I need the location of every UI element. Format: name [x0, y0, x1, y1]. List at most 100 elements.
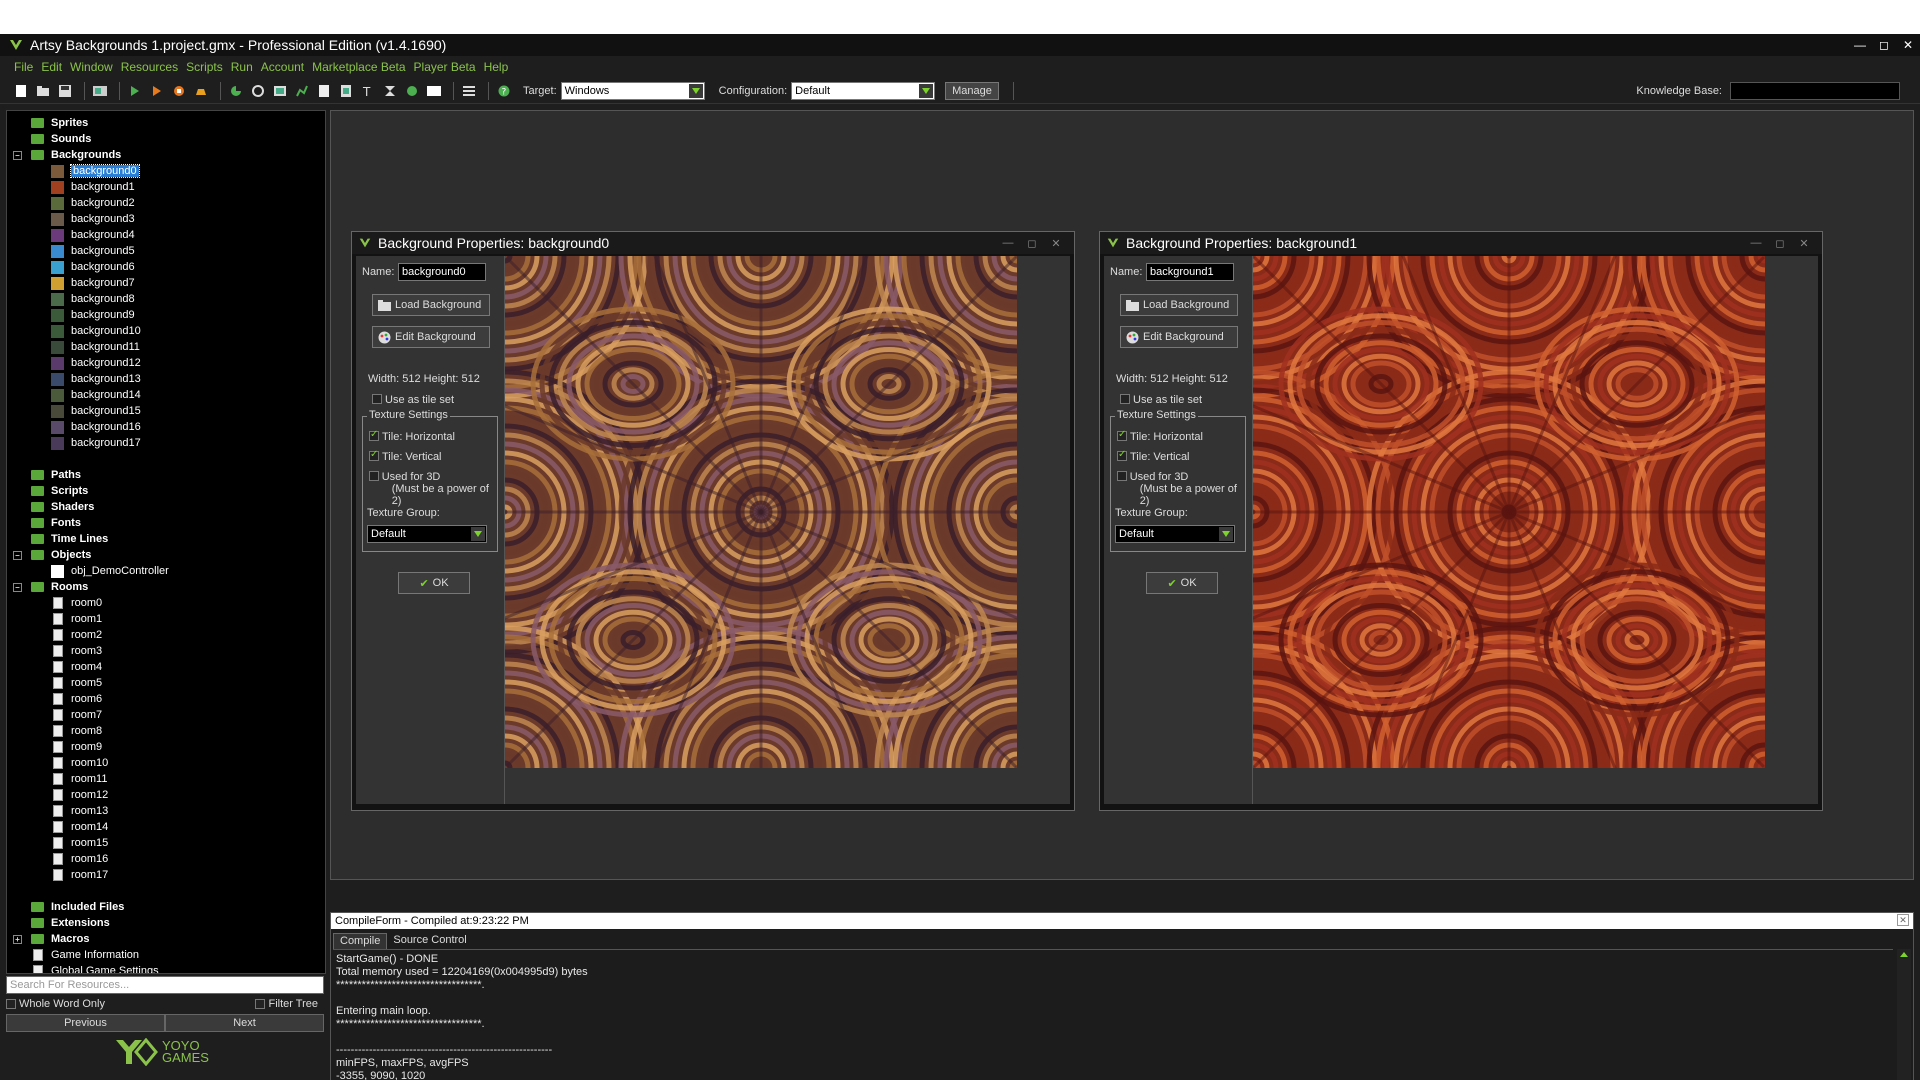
ok-button[interactable]: ✔ OK: [1146, 572, 1218, 594]
tree-folder-timelines[interactable]: Time Lines: [7, 531, 108, 547]
tree-item-background[interactable]: background4: [7, 227, 135, 243]
collapse-icon[interactable]: –: [13, 550, 22, 560]
add-shader-icon[interactable]: [337, 82, 355, 100]
tree-item-background[interactable]: background8: [7, 291, 135, 307]
tree-folder-rooms[interactable]: – Rooms: [7, 579, 88, 595]
tree-item-game-information[interactable]: Game Information: [7, 947, 139, 963]
background-properties-window-1[interactable]: Background Properties: background1 — ◻ ✕…: [1099, 231, 1823, 811]
manage-configurations-button[interactable]: Manage: [945, 81, 999, 100]
help-icon[interactable]: ?: [495, 82, 513, 100]
close-icon[interactable]: ✕: [1896, 38, 1920, 52]
tree-item-room[interactable]: room0: [7, 595, 102, 611]
tree-item-room[interactable]: room17: [7, 867, 108, 883]
used-for-3d-checkbox[interactable]: Used for 3D (Must be a power of 2): [1117, 471, 1245, 507]
tile-horizontal-checkbox[interactable]: Tile: Horizontal: [369, 429, 455, 443]
tree-folder-fonts[interactable]: Fonts: [7, 515, 81, 531]
log-scrollbar[interactable]: [1897, 949, 1911, 1080]
save-project-icon[interactable]: [56, 82, 74, 100]
game-settings-icon[interactable]: [460, 82, 478, 100]
clean-target-icon[interactable]: [192, 82, 210, 100]
next-button[interactable]: Next: [165, 1014, 324, 1032]
tree-item-room[interactable]: room15: [7, 835, 108, 851]
tree-folder-included-files[interactable]: Included Files: [7, 899, 124, 915]
create-executable-icon[interactable]: [91, 82, 109, 100]
maximize-icon[interactable]: ◻: [1872, 38, 1896, 52]
debug-game-icon[interactable]: [148, 82, 166, 100]
add-object-icon[interactable]: [403, 82, 421, 100]
menu-player[interactable]: Player Beta: [414, 60, 476, 74]
tree-item-background[interactable]: background7: [7, 275, 135, 291]
menu-account[interactable]: Account: [261, 60, 304, 74]
tree-folder-shaders[interactable]: Shaders: [7, 499, 94, 515]
add-sound-icon[interactable]: [249, 82, 267, 100]
minimize-icon[interactable]: —: [1848, 38, 1872, 52]
add-background-icon[interactable]: [271, 82, 289, 100]
tree-folder-sounds[interactable]: Sounds: [7, 131, 91, 147]
tree-item-room[interactable]: room4: [7, 659, 102, 675]
tree-folder-paths[interactable]: Paths: [7, 467, 81, 483]
minimize-icon[interactable]: —: [996, 237, 1020, 250]
tile-vertical-checkbox[interactable]: Tile: Vertical: [369, 449, 442, 463]
add-font-icon[interactable]: T: [359, 82, 377, 100]
run-game-icon[interactable]: [126, 82, 144, 100]
tree-item-background[interactable]: background10: [7, 323, 141, 339]
tile-vertical-checkbox[interactable]: Tile: Vertical: [1117, 449, 1190, 463]
texture-group-select[interactable]: Default: [367, 525, 487, 543]
filter-tree-checkbox[interactable]: [255, 999, 266, 1009]
minimize-icon[interactable]: —: [1744, 237, 1768, 250]
tree-item-background[interactable]: background1: [7, 179, 135, 195]
add-timeline-icon[interactable]: [381, 82, 399, 100]
add-path-icon[interactable]: [293, 82, 311, 100]
collapse-icon[interactable]: –: [13, 582, 22, 592]
resource-search-input[interactable]: Search For Resources...: [6, 976, 324, 994]
edit-background-button[interactable]: Edit Background: [1120, 326, 1238, 348]
tree-item-background[interactable]: background17: [7, 435, 141, 451]
maximize-icon[interactable]: ◻: [1020, 237, 1044, 250]
tree-item-room[interactable]: room14: [7, 819, 108, 835]
menu-marketplace[interactable]: Marketplace Beta: [312, 60, 405, 74]
use-as-tileset-checkbox[interactable]: Use as tile set: [372, 394, 454, 406]
tree-folder-scripts[interactable]: Scripts: [7, 483, 88, 499]
background-properties-window-0[interactable]: Background Properties: background0 — ◻ ✕…: [351, 231, 1075, 811]
menu-scripts[interactable]: Scripts: [186, 60, 223, 74]
scroll-up-icon[interactable]: [1897, 949, 1911, 959]
ok-button[interactable]: ✔ OK: [398, 572, 470, 594]
tree-item-background[interactable]: background2: [7, 195, 135, 211]
collapse-icon[interactable]: –: [13, 150, 22, 160]
tree-item-room[interactable]: room13: [7, 803, 108, 819]
maximize-icon[interactable]: ◻: [1768, 237, 1792, 250]
load-background-button[interactable]: Load Background: [1120, 294, 1238, 316]
menu-window[interactable]: Window: [70, 60, 113, 74]
tree-item-room[interactable]: room11: [7, 771, 107, 787]
texture-group-select[interactable]: Default: [1115, 525, 1235, 543]
stop-game-icon[interactable]: [170, 82, 188, 100]
edit-background-button[interactable]: Edit Background: [372, 326, 490, 348]
tree-item-obj-democontroller[interactable]: obj_DemoController: [7, 563, 169, 579]
name-input[interactable]: background0: [398, 263, 486, 281]
tree-item-room[interactable]: room9: [7, 739, 102, 755]
tree-item-global-game-settings[interactable]: Global Game Settings: [7, 963, 159, 973]
name-input[interactable]: background1: [1146, 263, 1234, 281]
tree-folder-extensions[interactable]: Extensions: [7, 915, 110, 931]
new-project-icon[interactable]: [12, 82, 30, 100]
tree-item-background[interactable]: background3: [7, 211, 135, 227]
used-for-3d-checkbox[interactable]: Used for 3D (Must be a power of 2): [369, 471, 497, 507]
window-title-bar[interactable]: Background Properties: background0 — ◻ ✕: [352, 232, 1074, 254]
tree-item-background[interactable]: background16: [7, 419, 141, 435]
tree-item-room[interactable]: room10: [7, 755, 108, 771]
tree-item-background[interactable]: background12: [7, 355, 141, 371]
tree-item-room[interactable]: room2: [7, 627, 102, 643]
expand-icon[interactable]: +: [13, 934, 22, 944]
tree-item-background[interactable]: background6: [7, 259, 135, 275]
tree-item-background[interactable]: background15: [7, 403, 141, 419]
use-as-tileset-checkbox[interactable]: Use as tile set: [1120, 394, 1202, 406]
load-background-button[interactable]: Load Background: [372, 294, 490, 316]
tree-item-background[interactable]: background13: [7, 371, 141, 387]
add-room-icon[interactable]: [425, 82, 443, 100]
tree-item-room[interactable]: room1: [7, 611, 102, 627]
tree-folder-backgrounds[interactable]: – Backgrounds: [7, 147, 121, 163]
tree-item-room[interactable]: room6: [7, 691, 102, 707]
tree-item-room[interactable]: room7: [7, 707, 102, 723]
close-icon[interactable]: ✕: [1897, 914, 1909, 926]
whole-word-checkbox[interactable]: [6, 999, 16, 1009]
